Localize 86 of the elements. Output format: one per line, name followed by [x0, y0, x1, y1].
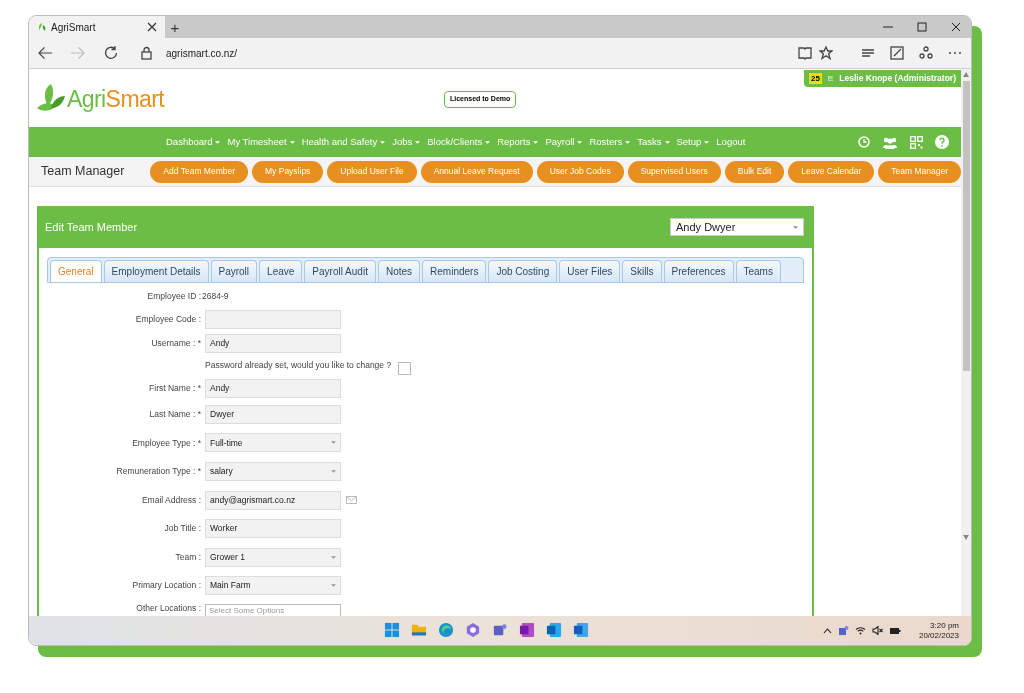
- field-label: Username : *: [150, 336, 202, 350]
- muted-speaker-icon[interactable]: [871, 626, 883, 635]
- teams-icon[interactable]: [492, 622, 508, 638]
- clock-icon[interactable]: [858, 136, 870, 148]
- down-arrow-icon[interactable]: [963, 535, 969, 540]
- chevron-up-icon[interactable]: [822, 627, 832, 634]
- windows-icon[interactable]: [384, 622, 400, 638]
- leaf-icon: [37, 21, 47, 33]
- text-field[interactable]: Worker: [205, 519, 341, 539]
- form-tab[interactable]: Teams: [735, 260, 781, 282]
- form-tab[interactable]: Notes: [377, 260, 421, 282]
- wifi-icon[interactable]: [854, 626, 866, 635]
- select-field[interactable]: Main Farm: [205, 576, 341, 596]
- browser-icon[interactable]: [438, 622, 454, 638]
- close-icon[interactable]: [147, 22, 157, 32]
- scrollbar[interactable]: [961, 69, 971, 616]
- new-tab-button[interactable]: +: [165, 16, 185, 38]
- browser-tab[interactable]: AgriSmart: [29, 16, 165, 38]
- book-icon[interactable]: [798, 46, 812, 60]
- form-tab[interactable]: Leave: [259, 260, 303, 282]
- member-select[interactable]: Andy Dwyer: [670, 218, 804, 236]
- select-field[interactable]: salary: [205, 462, 341, 481]
- back-icon[interactable]: [38, 46, 53, 60]
- page-title: Team Manager: [41, 163, 126, 181]
- battery-icon[interactable]: [888, 626, 901, 635]
- form-tab[interactable]: Job Costing: [488, 260, 558, 282]
- maximize-icon[interactable]: [917, 22, 927, 32]
- caret-icon: [331, 584, 336, 588]
- text-field[interactable]: andy@agrismart.co.nz: [205, 490, 341, 510]
- share-icon[interactable]: [919, 46, 933, 60]
- field-label: Employee Type : *: [131, 436, 202, 450]
- form-tab[interactable]: Payroll Audit: [304, 260, 376, 282]
- select-field[interactable]: Full-time: [205, 433, 341, 453]
- form-tab[interactable]: Employment Details: [103, 260, 209, 282]
- form-tab[interactable]: Preferences: [663, 260, 734, 282]
- caret-icon: [331, 470, 336, 473]
- field-value: 2684-9: [202, 289, 229, 303]
- field-label: Other Locations :: [135, 602, 202, 615]
- folder-icon[interactable]: [411, 622, 427, 638]
- select-field[interactable]: Grower 1: [205, 547, 341, 567]
- star-icon[interactable]: [819, 46, 833, 60]
- caret-icon: [793, 225, 798, 229]
- document-app-icon[interactable]: [573, 622, 589, 638]
- qr-code-icon[interactable]: [910, 135, 923, 149]
- notebook-icon[interactable]: [519, 622, 535, 638]
- users-icon[interactable]: [882, 135, 898, 149]
- checkbox[interactable]: [398, 361, 412, 375]
- copilot-icon[interactable]: [465, 622, 481, 638]
- field-label: Remuneration Type : *: [115, 465, 202, 478]
- checkbox-label: Password already set, would you like to change ?: [205, 359, 392, 372]
- close-icon[interactable]: [951, 22, 961, 32]
- panel-title: Edit Team Member: [45, 219, 138, 235]
- forward-icon: [70, 46, 85, 60]
- text-field[interactable]: Andy: [205, 378, 341, 398]
- tab-title: AgriSmart: [51, 20, 97, 35]
- text-field[interactable]: Andy: [205, 333, 341, 353]
- form-tab[interactable]: Reminders: [422, 260, 487, 282]
- id-card-icon: [827, 74, 834, 83]
- caret-icon: [331, 555, 336, 559]
- clock-time[interactable]: 3:20 pm: [930, 620, 959, 631]
- refresh-icon[interactable]: [104, 46, 118, 60]
- logo-text: AgriSmart: [67, 87, 165, 111]
- clock-date[interactable]: 20/02/2023: [918, 630, 959, 641]
- url-text: agrismart.co.nz/: [166, 46, 239, 61]
- pen-icon[interactable]: [890, 46, 904, 60]
- form-tab[interactable]: Skills: [622, 260, 662, 282]
- form-tab[interactable]: User Files: [559, 260, 621, 282]
- field-label: Primary Location :: [131, 579, 202, 593]
- scrollbar-thumb[interactable]: [962, 81, 970, 371]
- up-arrow-icon[interactable]: [963, 72, 969, 77]
- text-field[interactable]: [205, 309, 341, 329]
- field-label: Team :: [174, 550, 202, 564]
- caret-icon: [331, 441, 336, 445]
- count-badge: 25: [809, 73, 822, 84]
- field-label: Last Name : *: [148, 407, 202, 421]
- lock-icon: [141, 46, 152, 60]
- field-label: Job Title :: [163, 522, 202, 536]
- form-tab[interactable]: Payroll: [210, 260, 258, 282]
- text-field[interactable]: Dwyer: [205, 404, 341, 424]
- field-label: Employee Code :: [134, 312, 202, 326]
- list-icon[interactable]: [861, 46, 875, 60]
- mail-app-icon[interactable]: [546, 622, 562, 638]
- field-label: Email Address :: [140, 493, 202, 507]
- help-icon[interactable]: [935, 135, 949, 149]
- teams-icon[interactable]: [837, 625, 849, 636]
- field-label: First Name : *: [148, 381, 202, 395]
